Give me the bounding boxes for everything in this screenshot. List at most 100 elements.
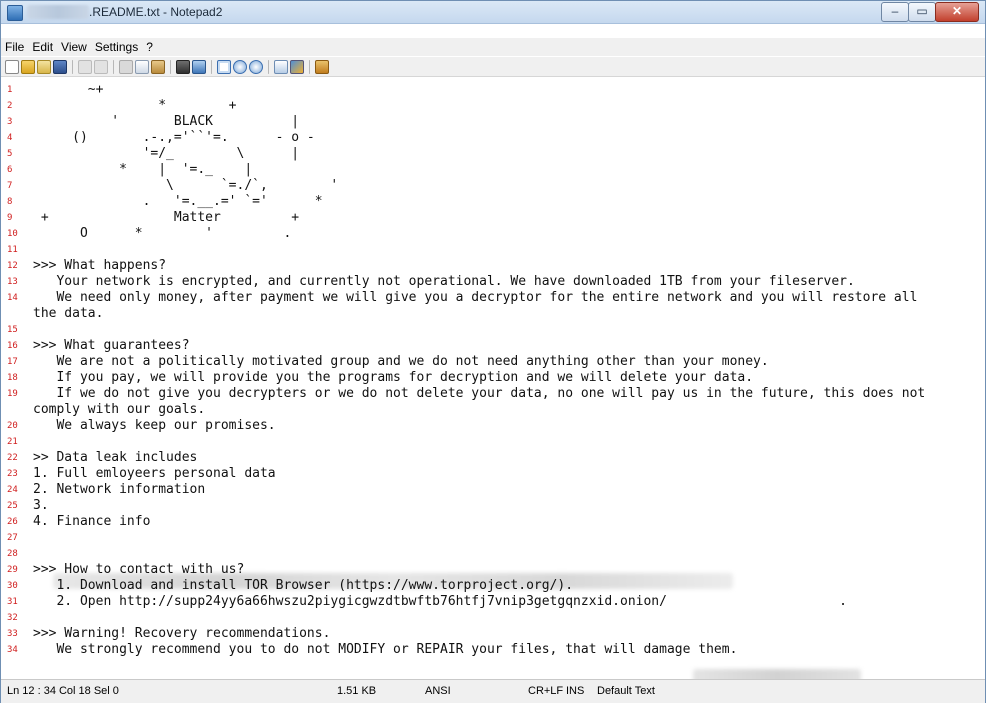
line-text[interactable]: >>> What happens? (33, 258, 166, 274)
status-insert-mode[interactable]: INS (566, 685, 584, 697)
minimize-button[interactable]: – (881, 2, 909, 22)
menu-view[interactable]: View (57, 40, 91, 54)
line-text[interactable]: \ `=./`, ' (33, 178, 338, 194)
line-text[interactable]: If you pay, we will provide you the prog… (33, 370, 753, 386)
line-text[interactable]: We need only money, after payment we wil… (33, 290, 917, 306)
line-number: 16 (7, 341, 18, 351)
browse-icon[interactable] (37, 59, 51, 74)
word-wrap-icon[interactable] (217, 59, 231, 74)
redacted-filename (27, 5, 89, 19)
line-text[interactable]: 2. Network information (33, 482, 205, 498)
line-text[interactable]: If we do not give you decrypters or we d… (33, 386, 925, 402)
line-text[interactable]: * + (33, 98, 236, 114)
new-icon[interactable] (5, 59, 19, 74)
line-text[interactable]: . '=.__.=' `=' * (33, 194, 323, 210)
line-number: 2 (7, 101, 13, 111)
line-number: 26 (7, 517, 18, 527)
line-number: 6 (7, 165, 13, 175)
copy-icon[interactable] (135, 59, 149, 74)
line-number: 30 (7, 581, 18, 591)
line-number: 1 (7, 85, 13, 95)
status-scheme[interactable]: Default Text (597, 685, 655, 697)
toolbar-separator (211, 59, 212, 74)
line-number: 14 (7, 293, 18, 303)
line-text[interactable]: comply with our goals. (33, 402, 205, 418)
line-number: 27 (7, 533, 18, 543)
line-number: 4 (7, 133, 13, 143)
zoom-out-icon[interactable] (249, 59, 263, 74)
undo-icon[interactable] (78, 59, 92, 74)
line-text[interactable]: 1. Download and install TOR Browser (htt… (33, 578, 573, 594)
find-icon[interactable] (176, 59, 190, 74)
status-eol[interactable]: CR+LF (528, 685, 563, 697)
line-number: 18 (7, 373, 18, 383)
menu-file[interactable]: File (1, 40, 28, 54)
cut-icon[interactable] (119, 59, 133, 74)
line-number: 28 (7, 549, 18, 559)
save-icon[interactable] (53, 59, 67, 74)
line-text[interactable]: the data. (33, 306, 103, 322)
line-text[interactable]: Your network is encrypted, and currently… (33, 274, 854, 290)
status-size: 1.51 KB (337, 685, 377, 697)
close-button[interactable]: ✕ (935, 2, 979, 22)
line-text[interactable]: 3. (33, 498, 49, 514)
toolbar-separator (309, 59, 310, 74)
line-number: 7 (7, 181, 13, 191)
line-text[interactable]: () .-.,='``'=. - o - (33, 130, 315, 146)
line-number: 32 (7, 613, 18, 623)
line-number: 29 (7, 565, 18, 575)
open-icon[interactable] (21, 59, 35, 74)
zoom-in-icon[interactable] (233, 59, 247, 74)
line-text[interactable]: >>> What guarantees? (33, 338, 190, 354)
line-text[interactable]: O * ' . (33, 226, 291, 242)
line-number: 10 (7, 229, 18, 239)
window-title: .README.txt - Notepad2 (89, 5, 223, 19)
menu-settings[interactable]: Settings (91, 40, 142, 54)
line-text[interactable]: >> Data leak includes (33, 450, 197, 466)
notepad2-app-icon[interactable] (7, 5, 23, 21)
exit-icon[interactable] (315, 59, 329, 74)
line-text[interactable]: We always keep our promises. (33, 418, 275, 434)
line-text[interactable]: 4. Finance info (33, 514, 150, 530)
line-number: 25 (7, 501, 18, 511)
line-text[interactable]: + Matter + (33, 210, 299, 226)
status-position: Ln 12 : 34 Col 18 Sel 0 (7, 685, 119, 697)
line-text[interactable]: We are not a politically motivated group… (33, 354, 768, 370)
line-number: 22 (7, 453, 18, 463)
toolbar-separator (113, 59, 114, 74)
line-number: 34 (7, 645, 18, 655)
menu-edit[interactable]: Edit (28, 40, 57, 54)
line-number: 23 (7, 469, 18, 479)
menu-bar: File Edit View Settings ? (1, 38, 985, 56)
title-bar[interactable]: .README.txt - Notepad2 – ▭ ✕ (1, 1, 985, 24)
redo-icon[interactable] (94, 59, 108, 74)
scheme-icon[interactable] (274, 59, 288, 74)
status-encoding[interactable]: ANSI (425, 685, 451, 697)
line-text[interactable]: ~+ (33, 82, 104, 98)
line-number: 12 (7, 261, 18, 271)
line-number: 24 (7, 485, 18, 495)
line-text[interactable]: >>> Warning! Recovery recommendations. (33, 626, 330, 642)
line-text[interactable]: '=/_ \ | (33, 146, 300, 162)
toolbar (1, 57, 985, 77)
line-text[interactable]: 2. Open http://supp24yy6a66hwszu2piygicg… (33, 594, 847, 610)
toolbar-separator (72, 59, 73, 74)
line-text[interactable]: >>> How to contact with us? (33, 562, 244, 578)
customize-icon[interactable] (290, 59, 304, 74)
menu-help[interactable]: ? (142, 40, 157, 54)
line-text[interactable]: 1. Full emloyeers personal data (33, 466, 276, 482)
line-number: 19 (7, 389, 18, 399)
line-number: 3 (7, 117, 13, 127)
replace-icon[interactable] (192, 59, 206, 74)
line-text[interactable]: We strongly recommend you to do not MODI… (33, 642, 737, 658)
notepad2-window: .README.txt - Notepad2 – ▭ ✕ File Edit V… (0, 0, 986, 703)
line-number: 31 (7, 597, 18, 607)
line-number: 33 (7, 629, 18, 639)
paste-icon[interactable] (151, 59, 165, 74)
line-text[interactable]: * | '=._ | (33, 162, 252, 178)
line-text[interactable]: ' BLACK | (33, 114, 299, 130)
maximize-button[interactable]: ▭ (908, 2, 936, 22)
text-editor[interactable]: 1 ~+ 2 * + 3 ' BLACK | 4 () .-.,='``'=. - o… (1, 78, 985, 685)
toolbar-separator (268, 59, 269, 74)
line-number: 13 (7, 277, 18, 287)
